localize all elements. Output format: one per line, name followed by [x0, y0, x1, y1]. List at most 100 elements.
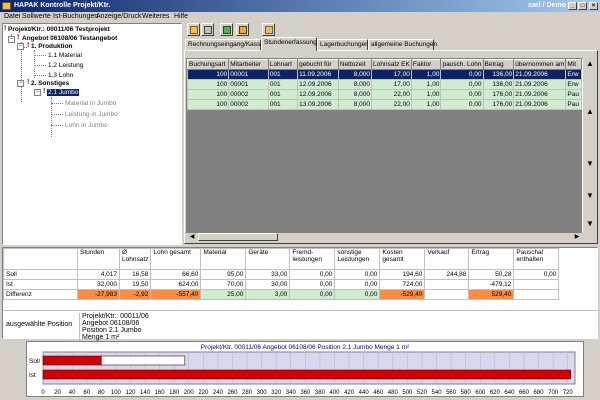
menu-datei[interactable]: Datei — [4, 13, 20, 20]
col-faktor[interactable]: Faktor — [410, 59, 442, 70]
tab-rechnungseingang[interactable]: Rechnungseingang/Kasse — [185, 39, 264, 50]
tab-lagerbuchungen[interactable]: Lagerbuchungen — [317, 39, 369, 50]
scroll-left-icon[interactable]: ◀ — [187, 233, 197, 241]
x-tick-label: 40 — [69, 390, 76, 396]
tree-sonstiges[interactable]: 2. Sonstiges — [31, 80, 69, 87]
collapse-icon[interactable]: − — [34, 89, 41, 96]
summary-panel: Stunden Ø Lohnsatz Lohn gesamt Material … — [2, 247, 599, 341]
collapse-icon[interactable]: − — [17, 43, 24, 50]
tree-produktion[interactable]: 1. Produktion — [31, 43, 73, 50]
col-nettozeit[interactable]: Nettozeit — [337, 59, 373, 70]
menu-ist-buchungen[interactable]: Ist-Buchungen — [53, 13, 98, 20]
menu-weiteres[interactable]: Weiteres — [142, 13, 170, 20]
user-label: carl / Demo — [528, 2, 566, 9]
selected-position: ausgewählte Position Projekt/Ktr.: 00011… — [3, 310, 599, 341]
summary-row-soll: Soll 4,017 16,58 66,60 95,00 33,00 0,00 0,00 19… — [3, 269, 560, 280]
col-betrag[interactable]: Betrag — [482, 59, 515, 70]
x-tick-label: 360 — [300, 390, 311, 396]
x-tick-label: 640 — [504, 390, 515, 396]
edit-icon — [204, 26, 212, 34]
maximize-button[interactable]: □ — [578, 2, 587, 10]
x-tick-label: 260 — [227, 390, 238, 396]
flag-icon: ! — [4, 25, 7, 32]
col-mit[interactable]: Mit — [565, 59, 582, 70]
minimize-button[interactable]: _ — [568, 2, 577, 10]
tree-item-lohn-jumbo[interactable]: Lohn in Jumbo — [65, 122, 108, 129]
collapse-icon[interactable]: − — [8, 36, 15, 43]
scroll-bottom-icon[interactable]: ▼ — [585, 220, 595, 228]
col-pauschal-enthalten: Pauschal enthalten — [513, 248, 560, 270]
col-lohnsatz-ek[interactable]: Lohnsatz EK — [371, 59, 412, 70]
export-button[interactable] — [262, 23, 275, 36]
x-tick-label: 140 — [140, 390, 151, 396]
scroll-right-icon[interactable]: ▶ — [572, 233, 582, 241]
print-button[interactable] — [187, 23, 200, 36]
col-buchungsart[interactable]: Buchungsart — [187, 59, 230, 70]
category-label: Ist — [29, 372, 36, 379]
col-uebernommen-am[interactable]: übernommen am — [513, 59, 567, 70]
col-stunden: Stunden — [77, 248, 120, 270]
tree-item-leistung-jumbo[interactable]: Leistung in Jumbo — [65, 111, 118, 118]
bar — [42, 369, 571, 380]
menu-anzeige-druck[interactable]: Anzeige/Druck — [96, 13, 142, 20]
menu-sollwerte[interactable]: Sollwerte — [22, 13, 51, 20]
x-tick-label: 400 — [329, 390, 340, 396]
col-lohn-gesamt: Lohn gesamt — [150, 248, 202, 270]
table-row[interactable]: 100 00002 001 13.09.2006 8,000 22,00 1,00 0,00 1… — [187, 99, 582, 110]
col-mitarbeiter[interactable]: Mitarbeiter — [228, 59, 269, 70]
menu-hilfe[interactable]: Hilfe — [174, 13, 188, 20]
collapse-icon[interactable]: − — [17, 80, 24, 87]
x-tick-label: 200 — [184, 390, 195, 396]
cost-chart: Projekt/Ktr. 00011/06 Angebot 06108/06 P… — [26, 341, 584, 397]
vertical-scrollbar[interactable]: ▲ ▲ ▼ ▼ ▼ — [584, 58, 596, 240]
x-tick-label: 240 — [213, 390, 224, 396]
close-button[interactable]: × — [589, 2, 598, 10]
tree-jumbo[interactable]: 2.1 Jumbo — [47, 89, 80, 96]
chart-svg: Projekt/Ktr. 00011/06 Angebot 06108/06 P… — [29, 344, 576, 396]
tree-root[interactable]: Projekt/Ktr.: 00011/06 Testprojekt — [8, 26, 110, 33]
flag-icon: ! — [27, 79, 30, 86]
scroll-up-icon[interactable]: ▲ — [585, 108, 595, 116]
refresh-button[interactable] — [220, 23, 233, 36]
grid-header-row: Buchungsart Mitarbeiter Lohnart gebucht … — [187, 59, 582, 70]
col-gebucht-fuer[interactable]: gebucht für — [297, 59, 339, 70]
scroll-top-icon[interactable]: ▲ — [585, 60, 595, 68]
col-material: Material — [200, 248, 247, 270]
x-tick-label: 580 — [461, 390, 472, 396]
horizontal-scrollbar[interactable]: ◀ ▶ — [186, 233, 584, 241]
flag-icon: ! — [17, 34, 20, 41]
project-tree[interactable]: ! Projekt/Ktr.: 00011/06 Testprojekt − !… — [2, 23, 182, 245]
scroll-down-icon[interactable]: ▼ — [585, 160, 595, 168]
tree-angebot[interactable]: Angebot 06108/06 Testangebot — [22, 35, 117, 42]
tab-allgemeine-buchungen[interactable]: allgemeine Buchungen — [368, 39, 437, 50]
scroll-thumb[interactable] — [198, 233, 278, 241]
x-tick-label: 480 — [388, 390, 399, 396]
table-row[interactable]: 100 00001 001 12.09.2006 8,000 17,00 1,00 0,00 1… — [187, 79, 582, 90]
bar — [101, 355, 186, 366]
filter-button[interactable] — [236, 23, 249, 36]
tab-stundenerfassung[interactable]: Stundenerfassung — [261, 37, 317, 51]
x-tick-label: 0 — [41, 390, 45, 396]
x-tick-label: 620 — [490, 390, 501, 396]
scroll-down-icon[interactable]: ▼ — [585, 192, 595, 200]
x-tick-label: 340 — [286, 390, 297, 396]
tree-item-leistung[interactable]: 1.2 Leistung — [48, 62, 83, 69]
col-lohnart[interactable]: Lohnart — [267, 59, 299, 70]
edit-button[interactable] — [201, 23, 214, 36]
tree-item-material-jumbo[interactable]: Material in Jumbo — [65, 100, 116, 107]
x-tick-label: 120 — [125, 390, 136, 396]
table-row[interactable]: 100 00001 001 11.09.2006 8,000 17,00 1,00 0,00 1… — [187, 69, 582, 80]
print-icon — [190, 26, 198, 34]
x-tick-label: 180 — [169, 390, 180, 396]
x-tick-label: 600 — [475, 390, 486, 396]
x-tick-label: 380 — [315, 390, 326, 396]
x-tick-label: 700 — [548, 390, 559, 396]
table-row[interactable]: 100 00002 001 12.09.2006 8,000 22,00 1,00 0,00 1… — [187, 89, 582, 100]
col-sonstige-leistungen: sonstige Leistungen — [334, 248, 381, 270]
tree-item-material[interactable]: 1.1 Material — [48, 52, 82, 59]
booking-grid[interactable]: Buchungsart Mitarbeiter Lohnart gebucht … — [186, 58, 583, 240]
x-tick-label: 500 — [402, 390, 413, 396]
tree-item-lohn[interactable]: 1.3 Lohn — [48, 72, 73, 79]
col-pausch-lohn[interactable]: pausch. Lohn — [440, 59, 484, 70]
col-lohnsatz: Ø Lohnsatz — [118, 248, 152, 270]
